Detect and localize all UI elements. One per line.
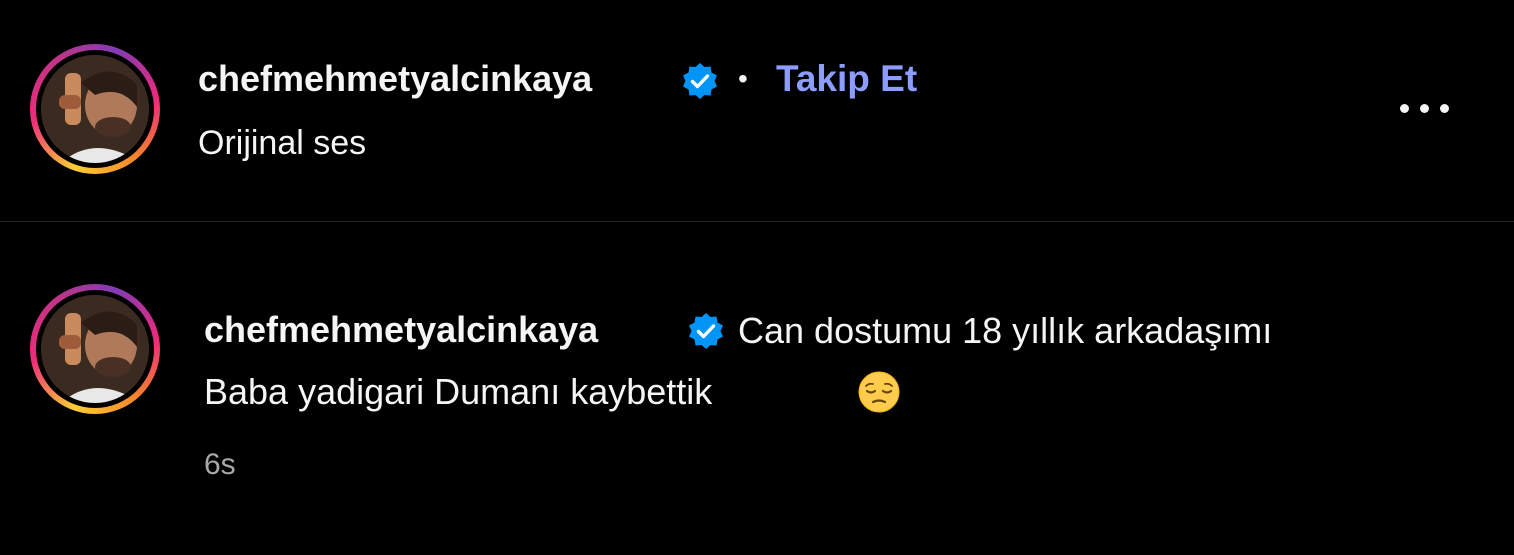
- divider: [0, 221, 1514, 222]
- pensive-face-emoji-icon: [858, 371, 900, 413]
- separator-dot: •: [738, 63, 748, 94]
- original-audio-link[interactable]: Orijinal ses: [198, 124, 366, 163]
- avatar[interactable]: [30, 44, 160, 174]
- verified-badge-icon: [683, 63, 717, 99]
- avatar-photo: [41, 295, 149, 403]
- more-dot: [1420, 104, 1429, 113]
- more-options-button[interactable]: [1398, 94, 1454, 124]
- comment-timestamp: 6s: [204, 448, 236, 481]
- follow-button[interactable]: Takip Et: [776, 58, 917, 100]
- header-username[interactable]: chefmehmetyalcinkaya: [198, 58, 592, 100]
- caption-text-line1: Can dostumu 18 yıllık arkadaşımı: [738, 310, 1273, 351]
- caption-avatar[interactable]: [30, 284, 160, 414]
- more-horizontal-icon: [1400, 104, 1409, 113]
- caption-username[interactable]: chefmehmetyalcinkaya: [204, 309, 598, 351]
- caption-text-line2: Baba yadigari Dumanı kaybettik: [204, 371, 713, 412]
- post-header: chefmehmetyalcinkaya • Takip Et Orijinal…: [0, 0, 1514, 222]
- avatar-photo: [41, 55, 149, 163]
- more-dot: [1440, 104, 1449, 113]
- verified-badge-icon: [689, 313, 723, 349]
